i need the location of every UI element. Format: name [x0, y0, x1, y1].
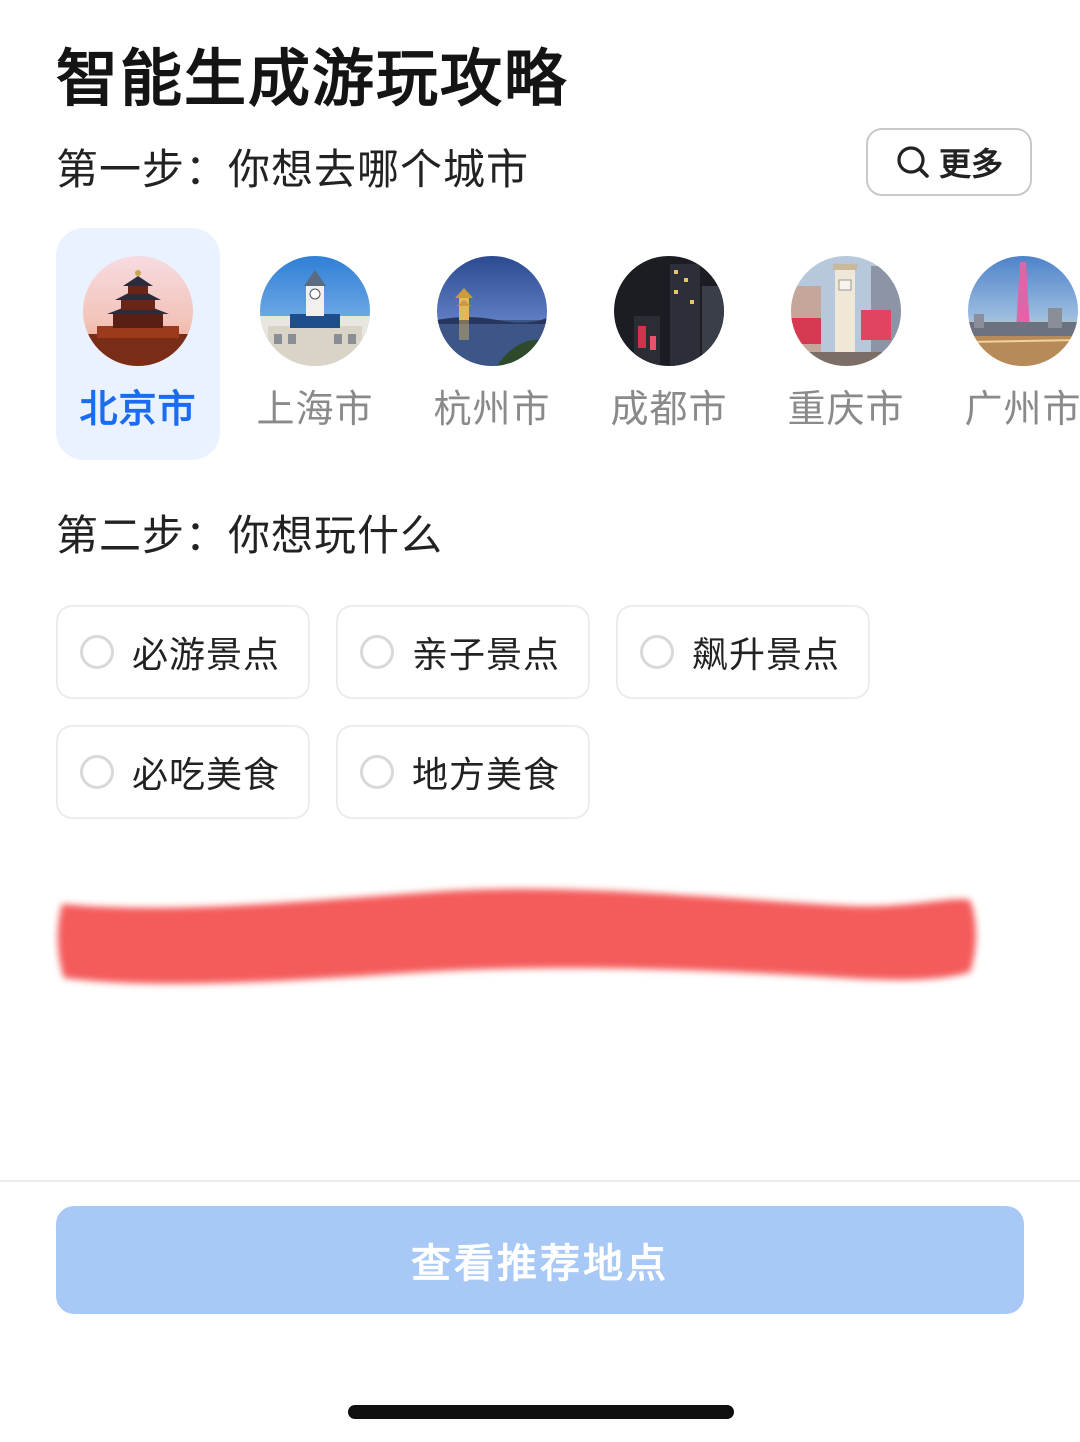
hangzhou-photo: [437, 256, 547, 366]
city-name: 北京市: [79, 387, 197, 431]
search-icon: [897, 146, 929, 178]
checkbox-circle-icon[interactable]: [360, 635, 394, 669]
bottom-divider: [0, 1180, 1080, 1182]
city-item-chengdu[interactable]: 成都市: [587, 228, 751, 460]
step2-heading: 第二步：你想玩什么: [56, 511, 444, 560]
city-item-hangzhou[interactable]: 杭州市: [410, 228, 574, 460]
city-item-chongqing[interactable]: 重庆市: [764, 228, 928, 460]
option-must-visit-sights[interactable]: 必游景点: [56, 605, 310, 699]
checkbox-circle-icon[interactable]: [80, 635, 114, 669]
checkbox-circle-icon[interactable]: [360, 755, 394, 789]
shanghai-photo: [260, 256, 370, 366]
step1-heading: 第一步：你想去哪个城市: [56, 145, 530, 194]
checkbox-circle-icon[interactable]: [640, 635, 674, 669]
guangzhou-photo: [968, 256, 1078, 366]
view-recommendations-label: 查看推荐地点: [411, 1241, 669, 1287]
option-label: 必吃美食: [132, 755, 281, 796]
city-item-beijing[interactable]: 北京市: [56, 228, 220, 460]
city-name: 成都市: [610, 387, 728, 431]
city-item-shanghai[interactable]: 上海市: [233, 228, 397, 460]
option-trending-sights[interactable]: 飙升景点: [616, 605, 870, 699]
option-label: 地方美食: [412, 755, 561, 796]
page-title: 智能生成游玩攻略: [56, 42, 569, 115]
more-button-label: 更多: [938, 145, 1003, 183]
home-indicator[interactable]: [348, 1405, 734, 1419]
view-recommendations-button[interactable]: 查看推荐地点: [56, 1206, 1024, 1314]
beijing-photo: [83, 256, 193, 366]
option-label: 亲子景点: [412, 635, 561, 676]
city-name: 重庆市: [787, 387, 905, 431]
checkbox-circle-icon[interactable]: [80, 755, 114, 789]
city-name: 杭州市: [433, 387, 551, 431]
chengdu-photo: [614, 256, 724, 366]
option-local-food[interactable]: 地方美食: [336, 725, 590, 819]
option-family-sights[interactable]: 亲子景点: [336, 605, 590, 699]
city-name: 广州市: [964, 387, 1080, 431]
city-name: 上海市: [256, 387, 374, 431]
red-redaction-scribble: [57, 889, 976, 984]
chongqing-photo: [791, 256, 901, 366]
option-label: 飙升景点: [692, 635, 841, 676]
option-label: 必游景点: [132, 635, 281, 676]
more-cities-button[interactable]: 更多: [866, 128, 1032, 196]
city-selector: 北京市 上海市 杭州市 成都市 重庆市 广州市: [0, 228, 1080, 462]
option-must-eat-food[interactable]: 必吃美食: [56, 725, 310, 819]
city-item-guangzhou[interactable]: 广州市: [941, 228, 1080, 460]
